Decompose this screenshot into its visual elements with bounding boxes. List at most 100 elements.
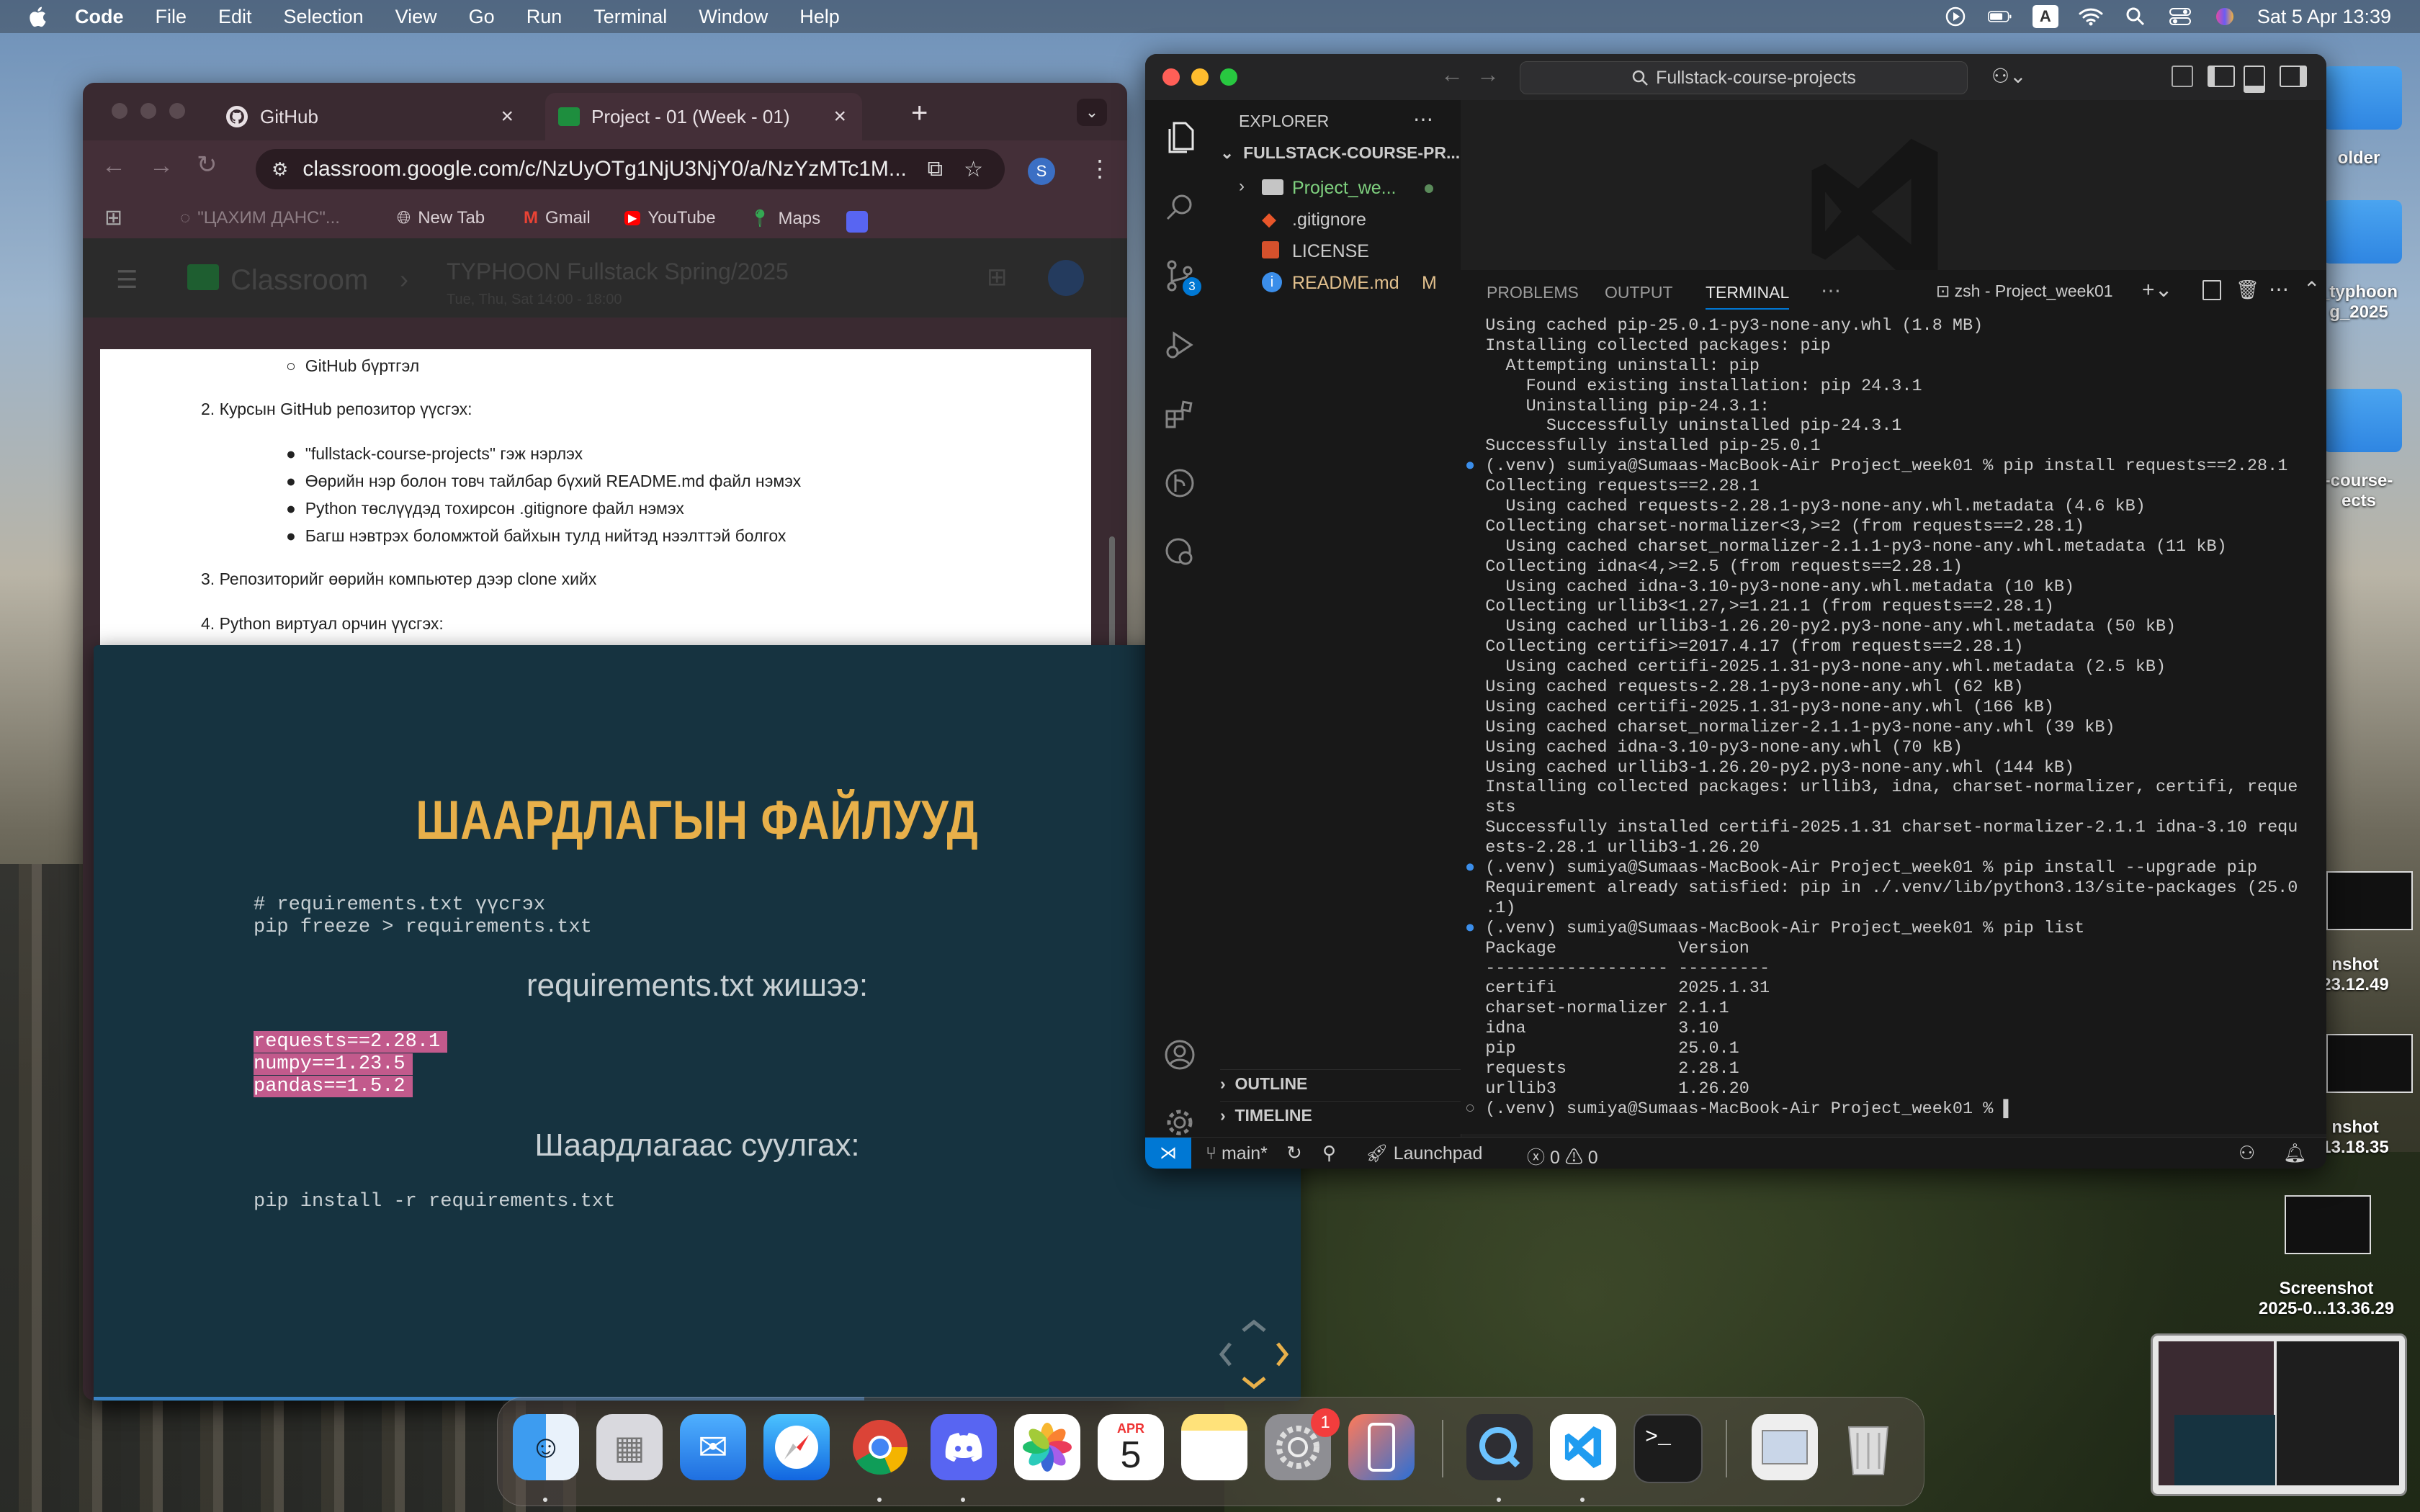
- course-title[interactable]: TYPHOON Fullstack Spring/2025: [447, 258, 789, 285]
- safari-icon[interactable]: [763, 1414, 830, 1480]
- new-tab-icon[interactable]: +: [911, 97, 928, 130]
- photos-icon[interactable]: [1014, 1414, 1080, 1480]
- calendar-icon[interactable]: APR 5: [1098, 1414, 1164, 1480]
- notifications-bell-icon[interactable]: 🔔︎: [2283, 1142, 2307, 1164]
- terminal-output[interactable]: Using cached pip-25.0.1-py3-none-any.whl…: [1461, 313, 2326, 1134]
- extensions-icon[interactable]: [1161, 395, 1198, 433]
- timeline-section[interactable]: › TIMELINE: [1220, 1101, 1461, 1125]
- mail-icon[interactable]: ✉: [680, 1414, 746, 1480]
- screenshot-preview-thumbnail[interactable]: [2151, 1333, 2407, 1496]
- menu-go[interactable]: Go: [469, 6, 495, 28]
- menu-file[interactable]: File: [156, 6, 187, 28]
- chrome-icon[interactable]: [847, 1414, 913, 1480]
- manage-gear-icon[interactable]: [1161, 1104, 1198, 1141]
- google-apps-icon[interactable]: ⊞: [987, 263, 1008, 292]
- reload-icon[interactable]: ↻: [197, 150, 218, 179]
- slide-navigation-icon[interactable]: [1214, 1315, 1294, 1394]
- window-zoom-button[interactable]: [1220, 68, 1237, 86]
- profile-avatar[interactable]: S: [1028, 158, 1055, 185]
- site-info-icon[interactable]: ⚙: [272, 158, 288, 181]
- preview-icon[interactable]: [1752, 1414, 1818, 1480]
- more-actions-icon[interactable]: ⋯: [1413, 107, 1433, 131]
- apple-menu-icon[interactable]: [27, 5, 48, 28]
- toggle-panel-icon[interactable]: [2244, 66, 2265, 93]
- back-icon[interactable]: ←: [102, 152, 126, 180]
- forward-icon[interactable]: →: [149, 152, 174, 180]
- page-scrollbar[interactable]: [1109, 536, 1115, 659]
- tab-close-icon[interactable]: ×: [833, 104, 846, 129]
- explorer-item-file[interactable]: i README.md M: [1214, 269, 1461, 297]
- classroom-brand[interactable]: Classroom: [230, 264, 368, 297]
- window-minimize-button[interactable]: [1191, 68, 1209, 86]
- desktop-folder-icon[interactable]: [2323, 200, 2402, 264]
- run-debug-icon[interactable]: [1161, 326, 1198, 364]
- explorer-icon[interactable]: [1161, 119, 1198, 156]
- explorer-item-file[interactable]: ◆ .gitignore: [1214, 205, 1461, 234]
- vscode-icon[interactable]: [1550, 1414, 1616, 1480]
- menu-help[interactable]: Help: [799, 6, 840, 28]
- user-avatar[interactable]: [1048, 260, 1084, 296]
- window-close-button[interactable]: [112, 103, 127, 119]
- accounts-icon[interactable]: [1161, 1036, 1198, 1074]
- bookmark-item[interactable]: ▶ YouTube: [624, 208, 716, 228]
- nav-back-icon[interactable]: ←: [1440, 61, 1464, 88]
- launchpad-status[interactable]: 🚀︎ Launchpad: [1366, 1143, 1482, 1164]
- panel-tab-terminal[interactable]: TERMINAL: [1706, 283, 1790, 310]
- menu-app-name[interactable]: Code: [75, 6, 124, 28]
- desktop-folder-icon[interactable]: [2323, 389, 2402, 452]
- toggle-sidebar-icon[interactable]: [2208, 66, 2235, 87]
- window-close-button[interactable]: [1162, 68, 1180, 86]
- workspace-root[interactable]: ⌄ FULLSTACK-COURSE-PR...: [1220, 143, 1461, 172]
- terminal-icon[interactable]: >_: [1634, 1414, 1703, 1483]
- wifi-icon[interactable]: [2079, 6, 2103, 27]
- address-bar[interactable]: ⚙ classroom.google.com/c/NzUyOTg1NjU3NjY…: [256, 149, 1005, 189]
- desktop-folder-icon[interactable]: [2323, 66, 2402, 130]
- chrome-menu-icon[interactable]: ⋮: [1088, 155, 1111, 182]
- bookmark-star-icon[interactable]: ☆: [964, 157, 983, 182]
- finder-icon[interactable]: ☺: [513, 1414, 579, 1480]
- bookmark-app-icon[interactable]: [846, 211, 868, 233]
- menu-run[interactable]: Run: [526, 6, 563, 28]
- maximize-panel-icon[interactable]: ⌃: [2303, 277, 2320, 301]
- remote-explorer-icon[interactable]: [1161, 534, 1198, 571]
- panel-more-icon[interactable]: ⋯: [1821, 279, 1841, 302]
- split-terminal-icon[interactable]: [2202, 280, 2221, 300]
- menu-view[interactable]: View: [395, 6, 437, 28]
- new-terminal-icon[interactable]: +⌄: [2142, 277, 2173, 302]
- discord-icon[interactable]: [931, 1414, 997, 1480]
- battery-icon[interactable]: [1987, 6, 2012, 27]
- spotlight-search-icon[interactable]: [2123, 6, 2148, 27]
- explorer-item-folder[interactable]: › Project_we...: [1214, 174, 1461, 202]
- hamburger-icon[interactable]: ☰: [116, 266, 138, 294]
- window-minimize-button[interactable]: [140, 103, 156, 119]
- search-view-icon[interactable]: [1161, 188, 1198, 225]
- source-control-icon[interactable]: 3: [1161, 257, 1201, 296]
- bookmark-item[interactable]: 📍︎ Maps: [749, 208, 820, 229]
- menu-selection[interactable]: Selection: [284, 6, 364, 28]
- tab-classroom[interactable]: Project - 01 (Week - 01) ×: [545, 93, 862, 140]
- now-playing-icon[interactable]: [1943, 6, 1968, 27]
- bookmark-item[interactable]: 🌐︎ New Tab: [397, 208, 485, 228]
- launchpad-icon[interactable]: ▦: [596, 1414, 663, 1480]
- siri-icon[interactable]: [2213, 6, 2237, 27]
- tab-close-icon[interactable]: ×: [501, 104, 514, 129]
- panel-tab-problems[interactable]: PROBLEMS: [1487, 283, 1579, 302]
- outline-section[interactable]: › OUTLINE: [1220, 1069, 1461, 1094]
- window-zoom-button[interactable]: [169, 103, 185, 119]
- tab-github[interactable]: GitHub ×: [212, 93, 529, 140]
- nav-forward-icon[interactable]: →: [1476, 61, 1500, 88]
- apps-grid-icon[interactable]: ⊞: [104, 205, 122, 230]
- git-graph-icon[interactable]: [1161, 464, 1198, 502]
- menu-window[interactable]: Window: [699, 6, 768, 28]
- menu-edit[interactable]: Edit: [218, 6, 252, 28]
- control-center-icon[interactable]: [2168, 6, 2192, 27]
- command-center-search[interactable]: Fullstack-course-projects: [1520, 61, 1968, 94]
- explorer-item-file[interactable]: LICENSE: [1214, 237, 1461, 266]
- copilot-icon[interactable]: ⚇⌄: [1991, 64, 2027, 88]
- install-app-icon[interactable]: ⧉: [928, 157, 943, 181]
- branch-indicator[interactable]: ⑂ main*: [1206, 1143, 1268, 1164]
- notes-icon[interactable]: [1181, 1414, 1247, 1480]
- git-graph-status-icon[interactable]: ⚲: [1322, 1142, 1336, 1164]
- desktop-screenshot-thumbnail[interactable]: [2326, 871, 2413, 930]
- copilot-status-icon[interactable]: ⚇: [2238, 1142, 2255, 1164]
